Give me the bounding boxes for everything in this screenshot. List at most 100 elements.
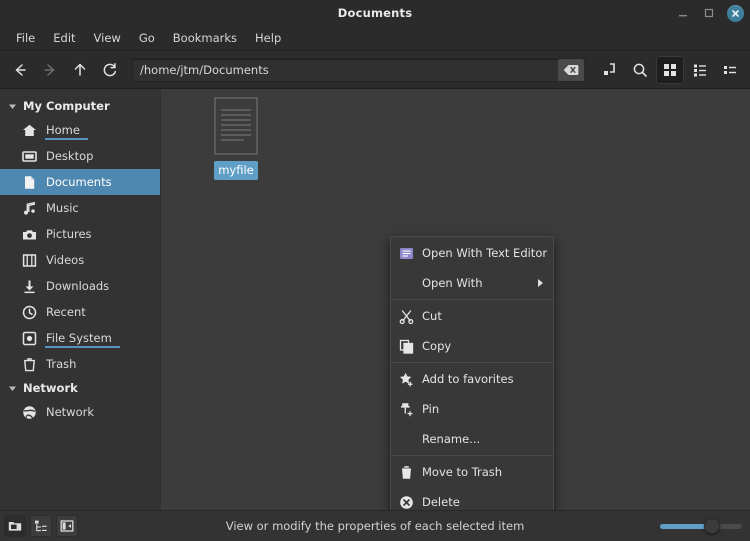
sidebar-item-videos[interactable]: Videos (0, 247, 160, 273)
grid-view-icon[interactable] (656, 55, 684, 84)
menu-help[interactable]: Help (246, 28, 290, 48)
clear-icon[interactable] (558, 58, 584, 81)
menu-item-open-with-text-editor[interactable]: Open With Text Editor (391, 238, 553, 268)
tree-view-icon[interactable] (30, 515, 52, 537)
sidebar-group-label: My Computer (23, 99, 110, 113)
sidebar-item-label: Recent (46, 305, 86, 319)
sidebar-item-label: File System (45, 331, 120, 348)
menu-item-cut[interactable]: Cut (391, 301, 553, 331)
sidebar-item-label: Videos (46, 253, 85, 267)
sidebar-item-label: Documents (46, 175, 112, 189)
menu-separator (391, 362, 553, 363)
menu-edit[interactable]: Edit (44, 28, 84, 48)
sidebar-group-my-computer[interactable]: My Computer (0, 95, 160, 117)
sidebar-item-label: Downloads (46, 279, 110, 293)
status-text: View or modify the properties of each se… (225, 519, 525, 533)
sidebar-item-music[interactable]: Music (0, 195, 160, 221)
status-bar: View or modify the properties of each se… (0, 510, 750, 541)
list-view-icon[interactable] (686, 56, 714, 84)
text-file-icon (214, 97, 258, 155)
back-icon[interactable] (6, 56, 34, 84)
scissors-icon (398, 308, 414, 324)
places-sidebar: My Computer Home Desktop Documents Music… (0, 89, 160, 510)
menu-item-copy[interactable]: Copy (391, 331, 553, 361)
menu-view[interactable]: View (85, 28, 130, 48)
maximize-icon[interactable] (701, 5, 717, 21)
globe-icon (22, 405, 37, 420)
up-icon[interactable] (66, 56, 94, 84)
menu-item-label: Open With Text Editor (422, 246, 548, 260)
zoom-slider[interactable] (660, 517, 742, 535)
menu-item-move-to-trash[interactable]: Move to Trash (391, 457, 553, 487)
menu-item-delete[interactable]: Delete (391, 487, 553, 510)
sidebar-item-home[interactable]: Home (0, 117, 160, 143)
menu-item-label: Copy (422, 339, 452, 353)
menu-item-label: Open With (422, 276, 483, 290)
menu-item-pin[interactable]: Pin (391, 394, 553, 424)
search-icon[interactable] (626, 56, 654, 84)
sidebar-item-label: Desktop (46, 149, 94, 163)
chevron-right-icon (536, 278, 545, 288)
download-icon (22, 279, 37, 294)
file-manager-window: Documents File Edit View Go Bookmarks He… (0, 0, 750, 541)
minimize-icon[interactable] (675, 5, 691, 21)
slider-handle[interactable] (703, 518, 720, 534)
menu-item-label: Rename... (422, 432, 481, 446)
sidebar-item-file-system[interactable]: File System (0, 325, 160, 351)
menu-bookmarks[interactable]: Bookmarks (164, 28, 246, 48)
path-input[interactable]: /home/jtm/Documents (133, 63, 558, 77)
menu-file[interactable]: File (7, 28, 44, 48)
close-icon[interactable] (727, 4, 744, 22)
chevron-down-icon (8, 384, 17, 393)
menu-bar: File Edit View Go Bookmarks Help (0, 26, 750, 51)
file-list-area[interactable]: myfile Open With Text Editor Open With C… (160, 89, 750, 510)
sidebar-group-network[interactable]: Network (0, 377, 160, 399)
sidebar-item-label: Pictures (46, 227, 92, 241)
sidebar-item-downloads[interactable]: Downloads (0, 273, 160, 299)
slider-fill (660, 524, 708, 529)
menu-item-rename[interactable]: Rename... (391, 424, 553, 454)
sidebar-item-desktop[interactable]: Desktop (0, 143, 160, 169)
star-plus-icon (398, 371, 414, 387)
sidebar-group-label: Network (23, 381, 78, 395)
sidebar-item-label: Network (46, 405, 95, 419)
sidebar-item-label: Home (45, 123, 88, 140)
sidebar-item-trash[interactable]: Trash (0, 351, 160, 377)
window-controls (675, 0, 744, 26)
film-icon (22, 253, 37, 268)
sidebar-item-pictures[interactable]: Pictures (0, 221, 160, 247)
path-entry-icon[interactable] (596, 56, 624, 84)
home-icon (22, 123, 37, 138)
menu-item-add-to-favorites[interactable]: Add to favorites (391, 364, 553, 394)
menu-item-label: Pin (422, 402, 440, 416)
compact-view-icon[interactable] (716, 56, 744, 84)
delete-circle-icon (398, 494, 414, 510)
menu-item-label: Move to Trash (422, 465, 503, 479)
toolbar: /home/jtm/Documents (0, 51, 750, 89)
sidebar-item-network[interactable]: Network (0, 399, 160, 425)
sidebar-item-recent[interactable]: Recent (0, 299, 160, 325)
window-body: My Computer Home Desktop Documents Music… (0, 89, 750, 510)
menu-item-open-with[interactable]: Open With (391, 268, 553, 298)
menu-item-label: Add to favorites (422, 372, 514, 386)
copy-icon (398, 338, 414, 354)
path-field[interactable]: /home/jtm/Documents (132, 57, 586, 82)
chevron-down-icon (8, 102, 17, 111)
camera-icon (22, 227, 37, 242)
sidebar-item-label: Music (46, 201, 79, 215)
file-name-label[interactable]: myfile (214, 161, 258, 180)
trash-icon (398, 464, 414, 480)
menu-item-label: Cut (422, 309, 442, 323)
folder-view-icon[interactable] (4, 515, 26, 537)
sidebar-toggle-icon[interactable] (56, 515, 78, 537)
menu-go[interactable]: Go (130, 28, 164, 48)
music-icon (22, 201, 37, 216)
forward-icon[interactable] (36, 56, 64, 84)
sidebar-item-documents[interactable]: Documents (0, 169, 160, 195)
file-item-myfile[interactable]: myfile (197, 97, 275, 180)
reload-icon[interactable] (96, 56, 124, 84)
menu-separator (391, 299, 553, 300)
desktop-icon (22, 149, 37, 164)
text-editor-icon (398, 245, 414, 261)
sidebar-item-label: Trash (46, 357, 77, 371)
